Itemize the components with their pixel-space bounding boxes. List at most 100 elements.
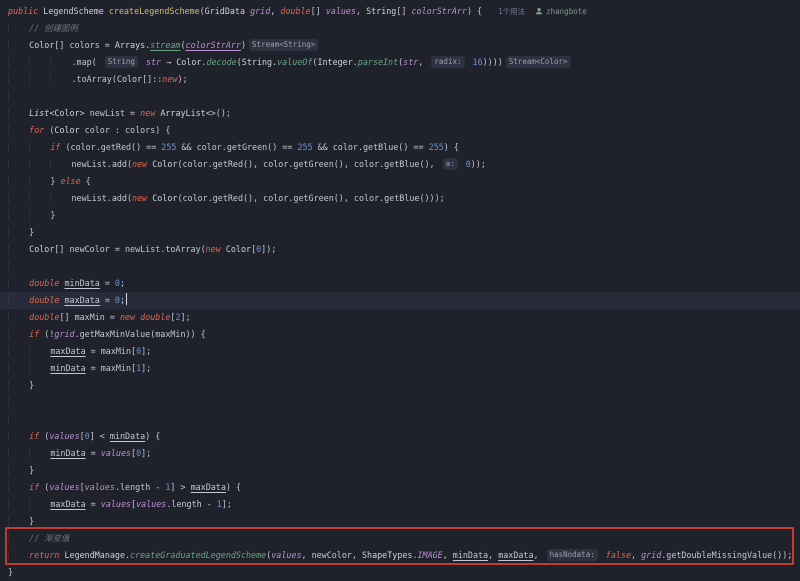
code-line[interactable]: } (0, 224, 800, 241)
type-token: GridData (205, 6, 250, 16)
code-line[interactable]: if (values[0] < minData) { (0, 428, 800, 445)
code-line[interactable]: } (0, 513, 800, 530)
code-line[interactable] (0, 394, 800, 411)
code-line[interactable]: double minData = 0; (0, 275, 800, 292)
author-icon[interactable] (535, 6, 543, 16)
code-line[interactable]: return LegendManage.createGraduatedLegen… (0, 547, 800, 564)
constant-token: IMAGE (417, 550, 442, 560)
static-method-token: parseInt (358, 57, 398, 67)
code-line[interactable]: } else { (0, 173, 800, 190)
parameter-token: values (85, 482, 115, 492)
static-method-token: valueOf (277, 57, 312, 67)
code-line[interactable]: Color[] newColor = newList.toArray(new C… (0, 241, 800, 258)
code-editor[interactable]: public LegendScheme createLegendScheme(G… (0, 0, 800, 580)
code-token: && color.getGreen() == (176, 142, 297, 152)
keyword-token: new (120, 312, 135, 322)
usages-hint[interactable]: 1个用法 (498, 7, 525, 16)
indent-guide (8, 533, 29, 543)
type-token: Color (117, 74, 142, 84)
parameter-token: grid (250, 6, 270, 16)
indent-guide (29, 142, 50, 152)
code-line[interactable]: maxData = maxMin[0]; (0, 343, 800, 360)
code-token: []:: (142, 74, 162, 84)
parameter-token: values (271, 550, 301, 560)
keyword-token: new (132, 193, 147, 203)
parameter-token: grid (54, 329, 74, 339)
code-line[interactable]: for (Color color : colors) { (0, 122, 800, 139)
code-token: ( (39, 431, 49, 441)
code-line[interactable]: .toArray(Color[]::new); (0, 71, 800, 88)
code-line[interactable]: List<Color> newList = new ArrayList<>(); (0, 105, 800, 122)
type-token: String (242, 57, 272, 67)
code-line[interactable]: Color[] colors = Arrays.stream(colorStrA… (0, 37, 800, 54)
indent-guide (8, 125, 29, 135)
code-line[interactable]: newList.add(new Color(color.getRed(), co… (0, 190, 800, 207)
indent-guide (8, 465, 29, 475)
keyword-token: if (29, 431, 39, 441)
code-line[interactable]: } (0, 564, 800, 581)
code-token: ]; (141, 363, 151, 373)
comment-token: // 渐变值 (29, 533, 69, 543)
keyword-token: double (29, 312, 59, 322)
local-variable-token: maxData (50, 499, 85, 509)
indent-guide (8, 74, 29, 84)
code-token: { (81, 176, 91, 186)
local-variable-token: maxData (64, 295, 99, 305)
code-line[interactable]: double maxData = 0; (0, 292, 800, 309)
code-line[interactable]: newList.add(new Color(color.getRed(), co… (0, 156, 800, 173)
code-line[interactable] (0, 258, 800, 275)
indent-guide (8, 516, 29, 526)
code-line[interactable]: double[] maxMin = new double[2]; (0, 309, 800, 326)
code-line[interactable]: } (0, 207, 800, 224)
keyword-token: if (29, 329, 39, 339)
text-caret (126, 293, 127, 305)
code-line[interactable]: minData = values[0]; (0, 445, 800, 462)
code-token: .getDoubleMissingValue()); (661, 550, 792, 560)
indent-guide (29, 159, 50, 169)
code-line[interactable] (0, 411, 800, 428)
code-line[interactable]: minData = maxMin[1]; (0, 360, 800, 377)
code-token: .length - (115, 482, 165, 492)
code-token: } (29, 516, 34, 526)
type-token: Color (176, 57, 201, 67)
code-line[interactable]: maxData = values[values.length - 1]; (0, 496, 800, 513)
indent-guide (8, 499, 29, 509)
code-line[interactable]: if (values[values.length - 1] > maxData)… (0, 479, 800, 496)
code-line[interactable]: .map( String str → Color.decode(String.v… (0, 54, 800, 71)
code-token: [] (311, 6, 326, 16)
type-token: Color (152, 159, 177, 169)
indent-guide (8, 227, 29, 237)
code-line[interactable]: // 渐变值 (0, 530, 800, 547)
code-token: , (631, 550, 641, 560)
inlay-hint-chip: Stream<String> (249, 39, 318, 51)
code-token: [] maxMin = (59, 312, 120, 322)
code-line[interactable]: public LegendScheme createLegendScheme(G… (0, 3, 800, 20)
code-token: ; (120, 278, 125, 288)
code-line[interactable]: if (color.getRed() == 255 && color.getGr… (0, 139, 800, 156)
code-token: (color.getRed(), color.getGreen(), color… (177, 193, 444, 203)
code-token: ; (120, 295, 125, 305)
number-token: 255 (161, 142, 176, 152)
type-token: Integer (317, 57, 352, 67)
code-token: newList.add( (72, 159, 133, 169)
code-line[interactable]: if (!grid.getMaxMinValue(maxMin)) { (0, 326, 800, 343)
code-line[interactable] (0, 88, 800, 105)
indent-guide (8, 363, 29, 373)
inlay-hint-chip: String (105, 56, 138, 68)
code-token: } (29, 465, 34, 475)
indent-guide (29, 448, 50, 458)
code-line[interactable]: } (0, 462, 800, 479)
code-line[interactable]: // 创建图例 (0, 20, 800, 37)
keyword-token: return (29, 550, 59, 560)
code-token: ( (44, 125, 54, 135)
keyword-token: public (8, 6, 43, 16)
code-token: = (86, 448, 101, 458)
code-token: } (29, 227, 34, 237)
code-token: , (418, 57, 428, 67)
code-token: ]; (181, 312, 191, 322)
keyword-token: double (29, 295, 59, 305)
author-hint[interactable]: zhangbote (546, 7, 587, 16)
type-token: Color (29, 40, 54, 50)
code-line[interactable]: } (0, 377, 800, 394)
code-token: && color.getBlue() == (313, 142, 429, 152)
